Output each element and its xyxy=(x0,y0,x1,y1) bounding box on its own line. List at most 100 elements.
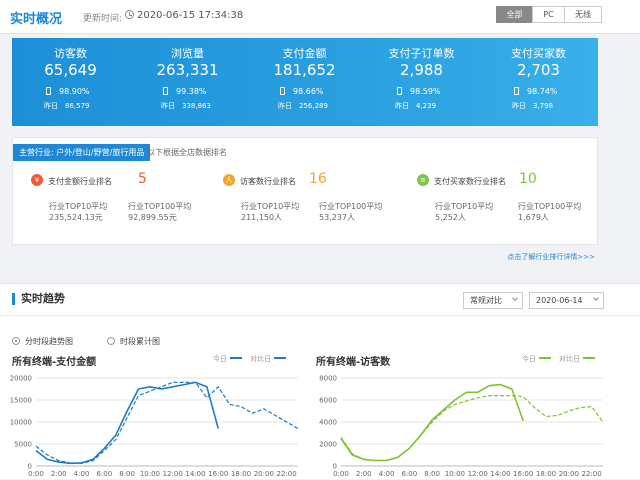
y-tick-label: 6000 xyxy=(319,397,337,405)
top100-label: 行业TOP100平均 xyxy=(518,202,582,211)
chart-legend: 今日 对比日 xyxy=(213,354,294,364)
top10-value: 5,252人 xyxy=(435,213,466,222)
top10-label: 行业TOP10平均 xyxy=(49,202,108,211)
yesterday-value: 3,798 xyxy=(533,102,554,110)
x-tick-label: 6:00 xyxy=(401,470,417,478)
date-select[interactable]: 2020-06-14 xyxy=(529,292,604,309)
metric-buyers[interactable]: 支付买家数 2,703 98.74% 昨日 3,798 xyxy=(480,38,597,126)
yesterday-value: 86,579 xyxy=(65,102,90,110)
phone-icon xyxy=(514,87,519,95)
divider xyxy=(0,315,640,316)
legend-today: 今日 xyxy=(522,355,536,363)
phone-icon xyxy=(163,87,168,95)
rank-label: 支付金额行业排名 xyxy=(48,177,112,186)
x-tick-label: 8:00 xyxy=(119,470,135,478)
realtime-trend-panel: 实时趋势 常规对比 2020-06-14 分时段趋势图 时段累计图 所有终端-支… xyxy=(0,283,640,479)
top100-value: 53,237人 xyxy=(319,213,355,222)
legend-compare: 对比日 xyxy=(250,355,271,363)
chart-title: 所有终端-支付金额 xyxy=(12,357,97,368)
y-tick-label: 20000 xyxy=(10,375,32,383)
x-tick-label: 16:00 xyxy=(513,470,533,478)
metric-name: 访客数 xyxy=(54,47,87,60)
metric-name: 支付子订单数 xyxy=(388,47,455,60)
clock-icon xyxy=(125,10,134,19)
top10-label: 行业TOP10平均 xyxy=(241,202,300,211)
list-icon: ≡ xyxy=(417,174,429,186)
y-tick-label: 5000 xyxy=(14,441,32,449)
rank-number: 16 xyxy=(309,171,327,187)
legend-compare: 对比日 xyxy=(559,355,580,363)
top10-value: 211,150人 xyxy=(241,213,283,222)
industry-ranking-panel: 主营行业: 户外/登山/野营/旅行用品 以下根据全店数据排名 ¥ 支付金额行业排… xyxy=(12,137,598,261)
y-tick-label: 2000 xyxy=(319,441,337,449)
metric-pageviews[interactable]: 浏览量 263,331 99.38% 昨日 338,863 xyxy=(129,38,246,126)
chevron-down-icon xyxy=(593,295,599,301)
rank-payment: ¥ 支付金额行业排名 5 行业TOP10平均 235,524.13元 行业TOP1… xyxy=(27,171,217,242)
x-tick-label: 2:00 xyxy=(356,470,372,478)
x-tick-label: 20:00 xyxy=(254,470,274,478)
x-tick-label: 14:00 xyxy=(185,470,205,478)
y-tick-label: 4000 xyxy=(319,419,337,427)
metric-value: 181,652 xyxy=(273,61,336,79)
metrics-panel: 访客数 65,649 98.90% 昨日 86,579 浏览量 263,331 9… xyxy=(12,38,598,126)
metric-pct: 98.66% xyxy=(293,87,324,96)
x-tick-label: 12:00 xyxy=(468,470,488,478)
x-tick-label: 16:00 xyxy=(208,470,228,478)
yesterday-label: 昨日 xyxy=(278,102,292,110)
metric-name: 支付金额 xyxy=(282,47,327,60)
yesterday-label: 昨日 xyxy=(44,102,58,110)
x-tick-label: 20:00 xyxy=(559,470,579,478)
x-tick-label: 0:00 xyxy=(28,470,44,478)
yesterday-value: 338,863 xyxy=(182,102,211,110)
x-tick-label: 12:00 xyxy=(163,470,183,478)
device-tab-wireless[interactable]: 无线 xyxy=(564,6,602,23)
x-tick-label: 6:00 xyxy=(96,470,112,478)
x-tick-label: 2:00 xyxy=(51,470,67,478)
metric-value: 2,703 xyxy=(517,61,560,79)
x-tick-label: 10:00 xyxy=(445,470,465,478)
metric-value: 2,988 xyxy=(400,61,443,79)
top100-value: 92,899.55元 xyxy=(128,213,177,222)
device-tab-pc[interactable]: PC xyxy=(532,6,565,23)
metric-pct: 99.38% xyxy=(176,87,207,96)
metric-value: 263,331 xyxy=(156,61,219,79)
x-tick-label: 4:00 xyxy=(74,470,90,478)
metric-value: 65,649 xyxy=(44,61,97,79)
yuan-icon: ¥ xyxy=(31,174,43,186)
visitors-chart: 020004000600080000:00 2:00 4:00 6:00 8:00 10:… xyxy=(319,375,604,478)
radio-hourly-trend[interactable]: 分时段趋势图 xyxy=(12,336,73,347)
top10-value: 235,524.13元 xyxy=(49,213,103,222)
radio-cumulative[interactable]: 时段累计图 xyxy=(107,336,160,347)
metric-payment-amount[interactable]: 支付金额 181,652 98.66% 昨日 256,289 xyxy=(246,38,363,126)
phone-icon xyxy=(280,87,285,95)
chevron-down-icon xyxy=(512,295,518,301)
device-tab-all[interactable]: 全部 xyxy=(496,6,533,23)
date-select-value: 2020-06-14 xyxy=(536,296,583,305)
x-tick-label: 4:00 xyxy=(379,470,395,478)
yesterday-label: 昨日 xyxy=(161,102,175,110)
yesterday-value: 256,289 xyxy=(299,102,328,110)
top100-label: 行业TOP100平均 xyxy=(128,202,192,211)
radio-icon xyxy=(107,337,115,345)
top10-label: 行业TOP10平均 xyxy=(435,202,494,211)
x-tick-label: 22:00 xyxy=(277,470,297,478)
series-line-compare xyxy=(35,381,299,464)
rank-buyers: ≡ 支付买家数行业排名 10 行业TOP10平均 5,252人 行业TOP100平… xyxy=(413,171,603,242)
y-tick-label: 10000 xyxy=(10,419,32,427)
ranking-details-link[interactable]: 点击了解行业排行详情>>> xyxy=(507,252,595,262)
radio-icon xyxy=(12,337,20,345)
x-tick-label: 14:00 xyxy=(490,470,510,478)
person-icon: 人 xyxy=(223,174,235,186)
phone-icon xyxy=(397,87,402,95)
update-label: 更新时间: xyxy=(83,14,123,24)
radio-label: 分时段趋势图 xyxy=(25,337,73,346)
metric-visitors[interactable]: 访客数 65,649 98.90% 昨日 86,579 xyxy=(12,38,129,126)
compare-select[interactable]: 常规对比 xyxy=(463,292,523,309)
metric-name: 支付买家数 xyxy=(511,47,566,60)
rank-number: 5 xyxy=(138,171,147,187)
legend-line-dashed xyxy=(274,357,286,359)
y-tick-label: 8000 xyxy=(319,375,337,383)
top100-label: 行业TOP100平均 xyxy=(319,202,383,211)
metric-sub-orders[interactable]: 支付子订单数 2,988 98.59% 昨日 4,239 xyxy=(363,38,480,126)
x-tick-label: 18:00 xyxy=(536,470,556,478)
